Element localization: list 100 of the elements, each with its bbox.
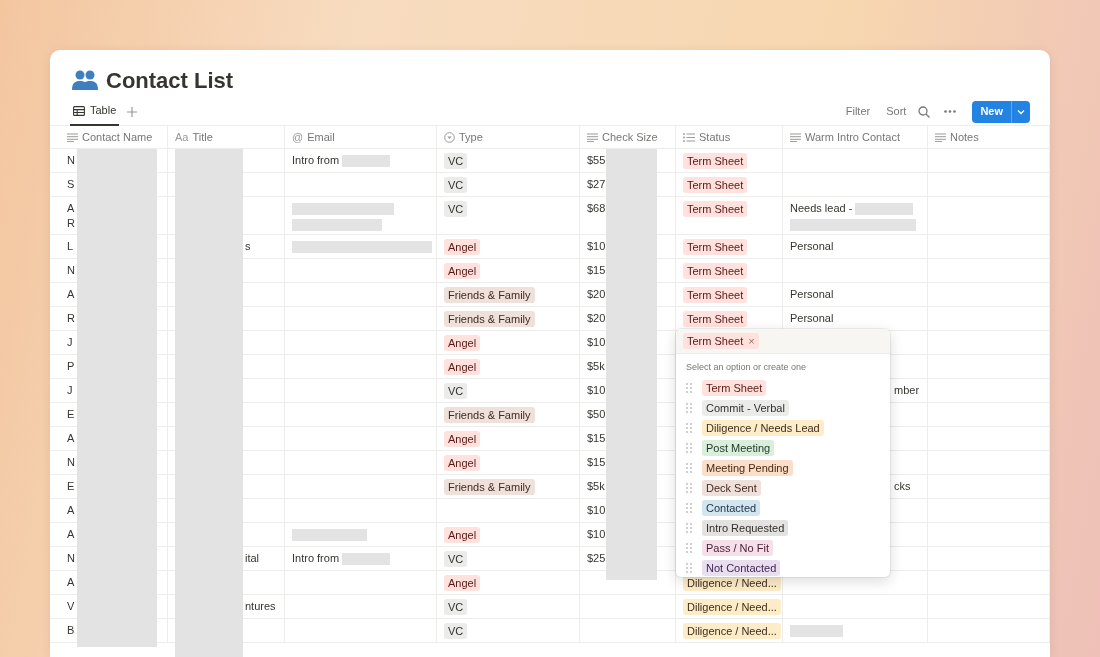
- check-size-cell: $15: [587, 432, 606, 444]
- name-cell: S: [67, 178, 75, 190]
- warm-intro-cell: Personal: [790, 288, 834, 300]
- column-header[interactable]: Type: [459, 129, 483, 145]
- check-size-cell: $10: [587, 504, 606, 516]
- selected-tag: Term Sheet ×: [683, 333, 759, 349]
- warm-intro-cell: cks: [894, 480, 911, 492]
- status-option[interactable]: Meeting Pending: [702, 459, 793, 476]
- status-option[interactable]: Deck Sent: [702, 479, 761, 496]
- check-size-cell: $50: [587, 408, 606, 420]
- check-size-cell: $15: [587, 264, 606, 276]
- column-header[interactable]: Title: [192, 129, 213, 145]
- tag: Term Sheet: [683, 239, 748, 255]
- column-type-icon: Aa: [175, 129, 189, 145]
- tag: Angel: [444, 455, 481, 471]
- tag: Friends & Family: [444, 479, 535, 495]
- status-option[interactable]: Pass / No Fit: [702, 539, 773, 556]
- name-cell: B: [67, 624, 75, 636]
- name-cell: R: [67, 312, 75, 324]
- tag: Angel: [444, 527, 481, 543]
- name-cell: E: [67, 480, 75, 492]
- page-title: Contact List: [106, 66, 234, 95]
- warm-intro-cell: Needs lead -: [790, 202, 853, 214]
- status-option[interactable]: Commit - Verbal: [702, 399, 789, 416]
- check-size-cell: $5k: [587, 480, 605, 492]
- column-header[interactable]: Check Size: [602, 129, 658, 145]
- status-option[interactable]: Diligence / Needs Lead: [702, 419, 824, 436]
- check-size-cell: $68: [587, 202, 606, 214]
- tag: Friends & Family: [444, 311, 535, 327]
- check-size-cell: $55: [587, 154, 606, 166]
- name-cell: N: [67, 552, 75, 564]
- tag: Angel: [444, 359, 481, 375]
- tag: VC: [444, 551, 468, 567]
- tag: Angel: [444, 335, 481, 351]
- column-header[interactable]: Notes: [950, 129, 979, 145]
- name-cell: A: [67, 504, 75, 516]
- tag: VC: [444, 383, 468, 399]
- column-type-icon: @: [292, 129, 304, 145]
- tag: Term Sheet: [683, 263, 748, 279]
- status-option[interactable]: Contacted: [702, 499, 761, 516]
- status-option[interactable]: Not Contacted: [702, 559, 781, 576]
- name-cell: N: [67, 456, 75, 468]
- name-cell: A: [67, 288, 75, 300]
- tag: VC: [444, 599, 468, 615]
- tab[interactable]: Table: [70, 97, 120, 126]
- name-cell: A R: [67, 202, 75, 229]
- status-option[interactable]: Term Sheet: [702, 379, 767, 396]
- tag: VC: [444, 623, 468, 639]
- check-size-cell: $27: [587, 178, 606, 190]
- column-header[interactable]: Contact Name: [82, 129, 153, 145]
- hint-text: Select an option or create one: [685, 361, 808, 374]
- column-header[interactable]: Email: [307, 129, 335, 145]
- name-cell: A: [67, 432, 75, 444]
- status-option[interactable]: Post Meeting: [702, 439, 775, 456]
- column-header[interactable]: Warm Intro Contact: [805, 129, 900, 145]
- tag: Friends & Family: [444, 287, 535, 303]
- tag: Diligence / Need...: [683, 599, 781, 615]
- name-cell: P: [67, 360, 75, 372]
- remove-button[interactable]: ×: [748, 335, 755, 347]
- tag: VC: [444, 153, 468, 169]
- name-cell: N: [67, 154, 75, 166]
- tag: Angel: [444, 431, 481, 447]
- tag: Angel: [444, 263, 481, 279]
- tag: Term Sheet: [683, 201, 748, 217]
- new-button[interactable]: New: [972, 100, 1030, 123]
- check-size-cell: $20: [587, 288, 606, 300]
- email-cell: Intro from: [292, 552, 340, 564]
- name-cell: J: [67, 336, 73, 348]
- check-size-cell: $5k: [587, 360, 605, 372]
- tag: Term Sheet: [683, 177, 748, 193]
- tag: VC: [444, 201, 468, 217]
- status-option[interactable]: Intro Requested: [702, 519, 789, 536]
- title-cell: ntures: [245, 600, 276, 612]
- title-cell: ital: [245, 552, 260, 564]
- name-cell: V: [67, 600, 75, 612]
- check-size-cell: $20: [587, 312, 606, 324]
- check-size-cell: $10: [587, 240, 606, 252]
- tag: Angel: [444, 239, 481, 255]
- email-cell: Intro from: [292, 154, 340, 166]
- name-cell: N: [67, 264, 75, 276]
- warm-intro-cell: Personal: [790, 240, 834, 252]
- sort-button[interactable]: Sort: [882, 103, 911, 120]
- warm-intro-cell: mber: [894, 384, 920, 396]
- check-size-cell: $25: [587, 552, 606, 564]
- tag: Term Sheet: [683, 311, 748, 327]
- tag: Angel: [444, 575, 481, 591]
- check-size-cell: $10: [587, 528, 606, 540]
- filter-button[interactable]: Filter: [841, 103, 875, 120]
- name-cell: J: [67, 384, 73, 396]
- warm-intro-cell: Personal: [790, 312, 834, 324]
- name-cell: L: [67, 240, 74, 252]
- tag: Friends & Family: [444, 407, 535, 423]
- check-size-cell: $15: [587, 456, 606, 468]
- tag: Term Sheet: [683, 153, 748, 169]
- check-size-cell: $10: [587, 336, 606, 348]
- name-cell: A: [67, 528, 75, 540]
- tag: Term Sheet: [683, 287, 748, 303]
- column-header[interactable]: Status: [699, 129, 731, 145]
- name-cell: A: [67, 576, 75, 588]
- tag: VC: [444, 177, 468, 193]
